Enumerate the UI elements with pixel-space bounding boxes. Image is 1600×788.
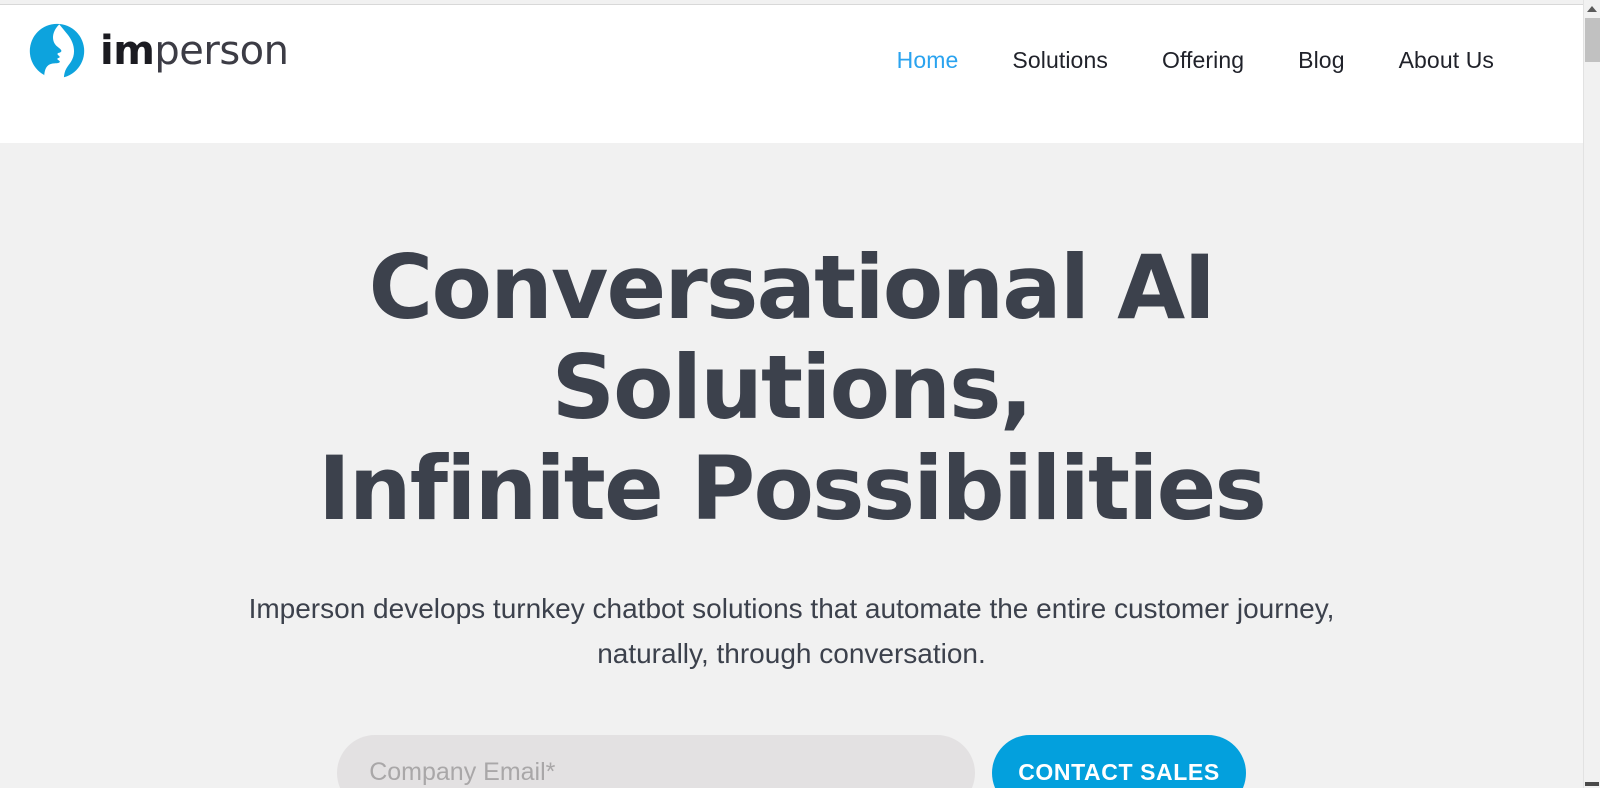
brand-wordmark: im person — [100, 31, 289, 71]
nav-item-solutions[interactable]: Solutions — [985, 41, 1135, 80]
brand-logo-link[interactable]: im person — [28, 22, 289, 80]
hero-headline: Conversational AI Solutions, Infinite Po… — [317, 236, 1267, 540]
contact-sales-button[interactable]: CONTACT SALES — [992, 734, 1246, 788]
site-header: im person Home Solutions Offering Blog Ab… — [0, 5, 1583, 143]
hero-subheadline: Imperson develops turnkey chatbot soluti… — [248, 592, 1335, 670]
contact-sales-form: CONTACT SALES — [172, 734, 1412, 788]
hero-section: Conversational AI Solutions, Infinite Po… — [0, 143, 1583, 788]
nav-item-about-us[interactable]: About Us — [1372, 41, 1521, 80]
company-email-input[interactable] — [337, 734, 976, 788]
main-navigation: Home Solutions Offering Blog About Us — [870, 41, 1521, 80]
face-profile-circle-logo-icon — [29, 23, 85, 79]
vertical-scrollbar[interactable] — [1583, 0, 1600, 788]
brand-wordmark-bold: im — [100, 28, 155, 74]
hero-content: Conversational AI Solutions, Infinite Po… — [172, 236, 1412, 788]
page-root: im person Home Solutions Offering Blog Ab… — [0, 0, 1600, 788]
scrollbar-thumb[interactable] — [1585, 18, 1600, 62]
nav-item-home[interactable]: Home — [870, 41, 986, 80]
scrollbar-corner — [1585, 782, 1599, 786]
brand-wordmark-light: person — [154, 28, 289, 74]
nav-item-blog[interactable]: Blog — [1271, 41, 1371, 80]
scroll-up-arrow-icon[interactable] — [1584, 0, 1600, 17]
nav-item-offering[interactable]: Offering — [1135, 41, 1271, 80]
